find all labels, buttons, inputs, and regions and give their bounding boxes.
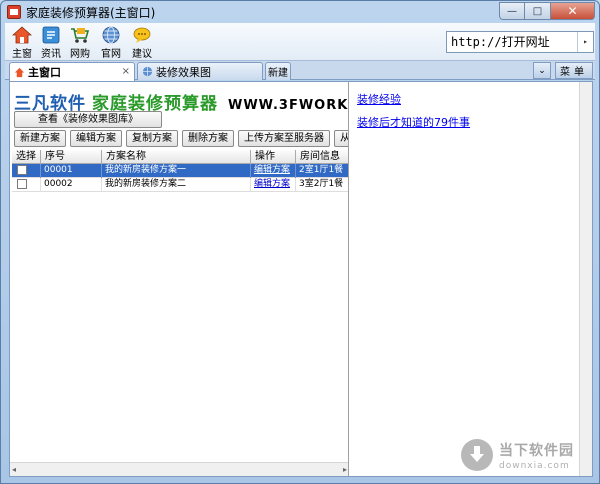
main-window: 家庭装修预算器(主窗口) — □ ✕ 主窗 资讯 网购 官网 建议 http:/… (0, 0, 600, 484)
toolbar-feedback-label: 建议 (132, 49, 152, 60)
title-bar: 家庭装修预算器(主窗口) — □ ✕ (1, 1, 599, 23)
table-row[interactable]: 00002 我的新房装修方案二 编辑方案 3室2厅1餐 (12, 178, 348, 192)
toolbar-home-label: 主窗 (12, 49, 32, 60)
tab-bar: 主窗口 × 装修效果图 新建 ⌄ 菜单 (5, 61, 595, 81)
article-links: 装修经验 装修后才知道的79件事 (357, 91, 470, 137)
toolbar-news-label: 资讯 (41, 49, 61, 60)
go-button[interactable]: ▸ (577, 32, 593, 52)
row-checkbox[interactable] (17, 179, 27, 189)
plan-table: 选择 序号 方案名称 操作 房间信息 00001 我的新房装修方案一 编辑方案 … (12, 150, 348, 192)
edit-plan-link[interactable]: 编辑方案 (254, 179, 290, 189)
app-icon (7, 5, 21, 19)
row-checkbox-cell (12, 178, 41, 192)
shopping-cart-icon (71, 28, 90, 43)
row-checkbox[interactable] (17, 165, 27, 175)
tab-list-dropdown[interactable]: ⌄ (533, 62, 551, 79)
scroll-left-icon[interactable]: ◂ (12, 465, 16, 474)
copy-plan-button[interactable]: 复制方案 (126, 130, 178, 147)
url-placeholder: http://打开网址 (451, 35, 550, 49)
close-button[interactable]: ✕ (551, 2, 595, 20)
watermark-url: downxia.com (499, 460, 570, 471)
edit-plan-button[interactable]: 编辑方案 (70, 130, 122, 147)
download-arrow-icon (461, 439, 493, 471)
toolbar: 主窗 资讯 网购 官网 建议 http://打开网址 ▸ (5, 23, 595, 61)
horizontal-scrollbar[interactable]: ◂ ▸ (10, 462, 348, 476)
content-area: 三凡软件家庭装修预算器WWW.3FWORK.C 查看《装修效果图库》 新建方案编… (9, 81, 593, 477)
header-plan-name[interactable]: 方案名称 (102, 150, 251, 164)
new-plan-button[interactable]: 新建方案 (14, 130, 66, 147)
row-operation-cell: 编辑方案 (251, 178, 296, 192)
speech-bubble-icon (133, 27, 151, 43)
maximize-button[interactable]: □ (525, 2, 551, 20)
toolbar-shop-label: 网购 (70, 49, 90, 60)
tab-effect-gallery[interactable]: 装修效果图 (137, 62, 263, 80)
brand-site: WWW.3FWORK.C (228, 98, 349, 113)
tab-main-window-label: 主窗口 (28, 66, 61, 79)
toolbar-home-button[interactable]: 主窗 (7, 26, 37, 60)
row-room-info: 3室2厅1餐 (296, 178, 348, 192)
home-icon (14, 67, 25, 77)
chevron-down-icon: ⌄ (538, 65, 546, 76)
table-header: 选择 序号 方案名称 操作 房间信息 (12, 150, 348, 164)
delete-plan-button[interactable]: 删除方案 (182, 130, 234, 147)
toolbar-shop-button[interactable]: 网购 (65, 26, 95, 60)
link-renovation-experience[interactable]: 装修经验 (357, 91, 470, 107)
tab-close-icon[interactable]: × (122, 66, 130, 77)
toolbar-website-label: 官网 (101, 49, 121, 60)
row-room-info: 2室1厅1餐 (296, 164, 348, 178)
row-plan-name: 我的新房装修方案一 (102, 164, 251, 178)
download-plan-button[interactable]: 从服务 (334, 130, 348, 147)
home-icon (12, 26, 32, 44)
tab-main-window[interactable]: 主窗口 × (9, 62, 135, 81)
news-icon (42, 26, 60, 44)
header-operation[interactable]: 操作 (251, 150, 296, 164)
watermark-title: 当下软件园 (499, 442, 574, 459)
row-checkbox-cell (12, 164, 41, 178)
link-79-things[interactable]: 装修后才知道的79件事 (357, 114, 470, 130)
table-row[interactable]: 00001 我的新房装修方案一 编辑方案 2室1厅1餐 (12, 164, 348, 178)
watermark: 当下软件园 downxia.com (461, 439, 574, 471)
toolbar-feedback-button[interactable]: 建议 (127, 26, 157, 60)
tab-new[interactable]: 新建 (265, 62, 291, 80)
tab-effect-gallery-label: 装修效果图 (156, 65, 211, 79)
window-title: 家庭装修预算器(主窗口) (26, 5, 156, 20)
action-buttons: 新建方案编辑方案复制方案删除方案上传方案至服务器从服务 (14, 130, 348, 147)
view-gallery-button[interactable]: 查看《装修效果图库》 (14, 111, 162, 128)
url-input[interactable]: http://打开网址 ▸ (446, 31, 594, 53)
header-room-info[interactable]: 房间信息 (296, 150, 348, 164)
minimize-button[interactable]: — (499, 2, 525, 20)
vertical-scrollbar[interactable] (579, 82, 592, 476)
tab-new-label: 新建 (268, 68, 288, 79)
row-number: 00002 (41, 178, 102, 192)
toolbar-website-button[interactable]: 官网 (96, 26, 126, 60)
toolbar-news-button[interactable]: 资讯 (36, 26, 66, 60)
row-operation-cell: 编辑方案 (251, 164, 296, 178)
window-controls: — □ ✕ (499, 2, 595, 20)
row-number: 00001 (41, 164, 102, 178)
upload-plan-button[interactable]: 上传方案至服务器 (238, 130, 330, 147)
articles-pane: 装修经验 装修后才知道的79件事 (351, 82, 579, 476)
scroll-right-icon[interactable]: ▸ (343, 465, 347, 474)
row-plan-name: 我的新房装修方案二 (102, 178, 251, 192)
globe-icon (102, 26, 120, 44)
brand-banner: 三凡软件家庭装修预算器WWW.3FWORK.C (14, 89, 349, 114)
globe-icon (142, 66, 153, 77)
header-select[interactable]: 选择 (12, 150, 41, 164)
menu-button[interactable]: 菜单 (555, 62, 593, 79)
header-number[interactable]: 序号 (41, 150, 102, 164)
edit-plan-link[interactable]: 编辑方案 (254, 165, 290, 175)
plan-list-pane: 三凡软件家庭装修预算器WWW.3FWORK.C 查看《装修效果图库》 新建方案编… (10, 82, 349, 476)
